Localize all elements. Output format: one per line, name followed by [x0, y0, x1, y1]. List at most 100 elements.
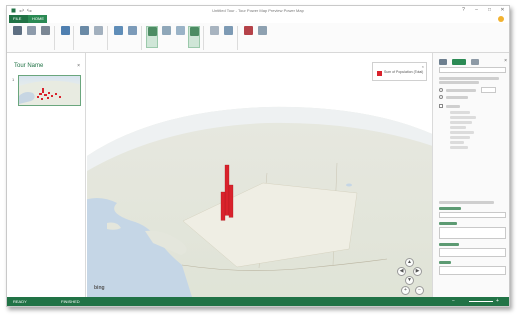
video-icon	[26, 26, 36, 35]
tilt-down-icon[interactable]: ▼	[405, 276, 414, 285]
map-canvas[interactable]: × Sum of Population (Total) bing ▲ ◀ ▶ ▼…	[87, 53, 432, 297]
add-layer-button[interactable]	[160, 26, 172, 48]
minimize-icon[interactable]: –	[473, 7, 480, 14]
new-scene-button[interactable]	[59, 26, 71, 48]
chart-type-label	[439, 207, 461, 210]
time-line-button[interactable]	[256, 26, 268, 48]
chart-type-dropdown[interactable]	[439, 212, 506, 218]
geography-field	[446, 89, 476, 92]
tab-home[interactable]: HOME	[28, 15, 47, 23]
tour-editor-pane: Tour Name × 1	[7, 53, 86, 297]
layer-pane-button[interactable]	[146, 26, 158, 48]
ribbon-divider	[203, 26, 204, 50]
user-avatar-icon[interactable]	[498, 16, 504, 22]
ribbon-divider	[237, 26, 238, 50]
close-icon[interactable]: ×	[77, 63, 80, 69]
text-box-button[interactable]	[208, 26, 220, 48]
window-controls: ? – □ ✕	[460, 7, 506, 14]
legend-icon	[243, 26, 253, 35]
undo-icon[interactable]	[19, 8, 24, 13]
play-tour-button[interactable]	[11, 26, 23, 48]
layer-icon	[147, 27, 157, 36]
flat-map-button[interactable]	[112, 26, 124, 48]
close-icon[interactable]: ✕	[499, 7, 506, 14]
layer-pane: ×	[432, 53, 509, 297]
data-column[interactable]	[224, 164, 230, 216]
bing-logo: bing	[94, 285, 105, 291]
zoom-in-button[interactable]: +	[401, 286, 410, 295]
zoom-slider[interactable]	[469, 301, 493, 302]
theme-icon	[79, 26, 89, 35]
field-list-item	[450, 131, 474, 134]
settings-tab-icon[interactable]	[471, 59, 479, 65]
location-icon	[127, 26, 137, 35]
data-column[interactable]	[228, 184, 234, 218]
themes-button[interactable]	[78, 26, 90, 48]
quick-access-toolbar	[7, 8, 32, 13]
category-label	[439, 243, 459, 246]
status-finished: FINISHED	[61, 299, 80, 304]
legend-close-icon[interactable]: ×	[422, 64, 424, 69]
legend-swatch	[377, 71, 382, 76]
field-list-item	[450, 111, 470, 114]
close-icon[interactable]: ×	[504, 58, 507, 64]
field-list-item	[450, 121, 472, 124]
legend-button[interactable]	[242, 26, 254, 48]
data-column[interactable]	[220, 191, 226, 221]
field-list-item	[450, 126, 466, 129]
field-list-item	[450, 146, 468, 149]
power-map-window: Untitled Tour - Tour Power Map Preview P…	[6, 5, 510, 307]
geography-level-dropdown[interactable]	[481, 87, 496, 93]
chart-type-hint	[439, 201, 494, 204]
refresh-data-button[interactable]	[174, 26, 186, 48]
help-icon[interactable]: ?	[460, 7, 467, 14]
ribbon-divider	[73, 26, 74, 50]
zoom-in-icon[interactable]: +	[496, 298, 499, 304]
field-list-item	[450, 141, 464, 144]
tab-file[interactable]: FILE	[9, 15, 28, 23]
shapes-button[interactable]	[188, 26, 200, 48]
rotate-left-icon[interactable]: ◀	[397, 267, 406, 276]
maximize-icon[interactable]: □	[486, 7, 493, 14]
tilt-up-icon[interactable]: ▲	[405, 258, 414, 267]
legend-label: Sum of Population (Total)	[384, 70, 424, 74]
globe-map[interactable]	[87, 53, 432, 297]
layer-description	[439, 81, 479, 84]
status-ready: READY	[13, 299, 27, 304]
create-video-button[interactable]	[25, 26, 37, 48]
shape-icon	[189, 27, 199, 36]
layer-tab-icon[interactable]	[439, 59, 447, 65]
rotate-right-icon[interactable]: ▶	[413, 267, 422, 276]
height-label	[439, 222, 457, 225]
add-layer-icon	[161, 26, 171, 35]
capture-screen-button[interactable]	[39, 26, 51, 48]
field-checkbox[interactable]	[439, 104, 443, 108]
ribbon	[7, 23, 509, 53]
lake	[346, 183, 352, 187]
layer-name-field[interactable]	[439, 67, 506, 73]
layer-pane-tabs	[439, 59, 479, 65]
geography-radio[interactable]	[439, 95, 443, 99]
tour-name[interactable]: Tour Name	[14, 63, 43, 69]
geography-field	[446, 96, 468, 99]
layer-tab-active[interactable]	[452, 59, 466, 65]
time-field-well[interactable]	[439, 266, 506, 275]
category-field-well[interactable]	[439, 248, 506, 257]
layer-description	[439, 77, 499, 80]
redo-icon[interactable]	[27, 8, 32, 13]
chart-button[interactable]	[222, 26, 234, 48]
ribbon-divider	[107, 26, 108, 50]
play-icon	[12, 26, 22, 35]
map-labels-button[interactable]	[92, 26, 104, 48]
height-field-well[interactable]	[439, 227, 506, 239]
ribbon-divider	[54, 26, 55, 50]
legend-box[interactable]: × Sum of Population (Total)	[372, 62, 427, 81]
scene-thumbnail[interactable]	[18, 75, 81, 106]
field-list-item	[450, 136, 470, 139]
find-location-button[interactable]	[126, 26, 138, 48]
scene-number: 1	[12, 77, 15, 82]
zoom-out-button[interactable]: −	[415, 286, 424, 295]
zoom-out-icon[interactable]: −	[452, 298, 455, 304]
ribbon-tabs: FILE HOME	[7, 15, 509, 23]
geography-radio[interactable]	[439, 88, 443, 92]
